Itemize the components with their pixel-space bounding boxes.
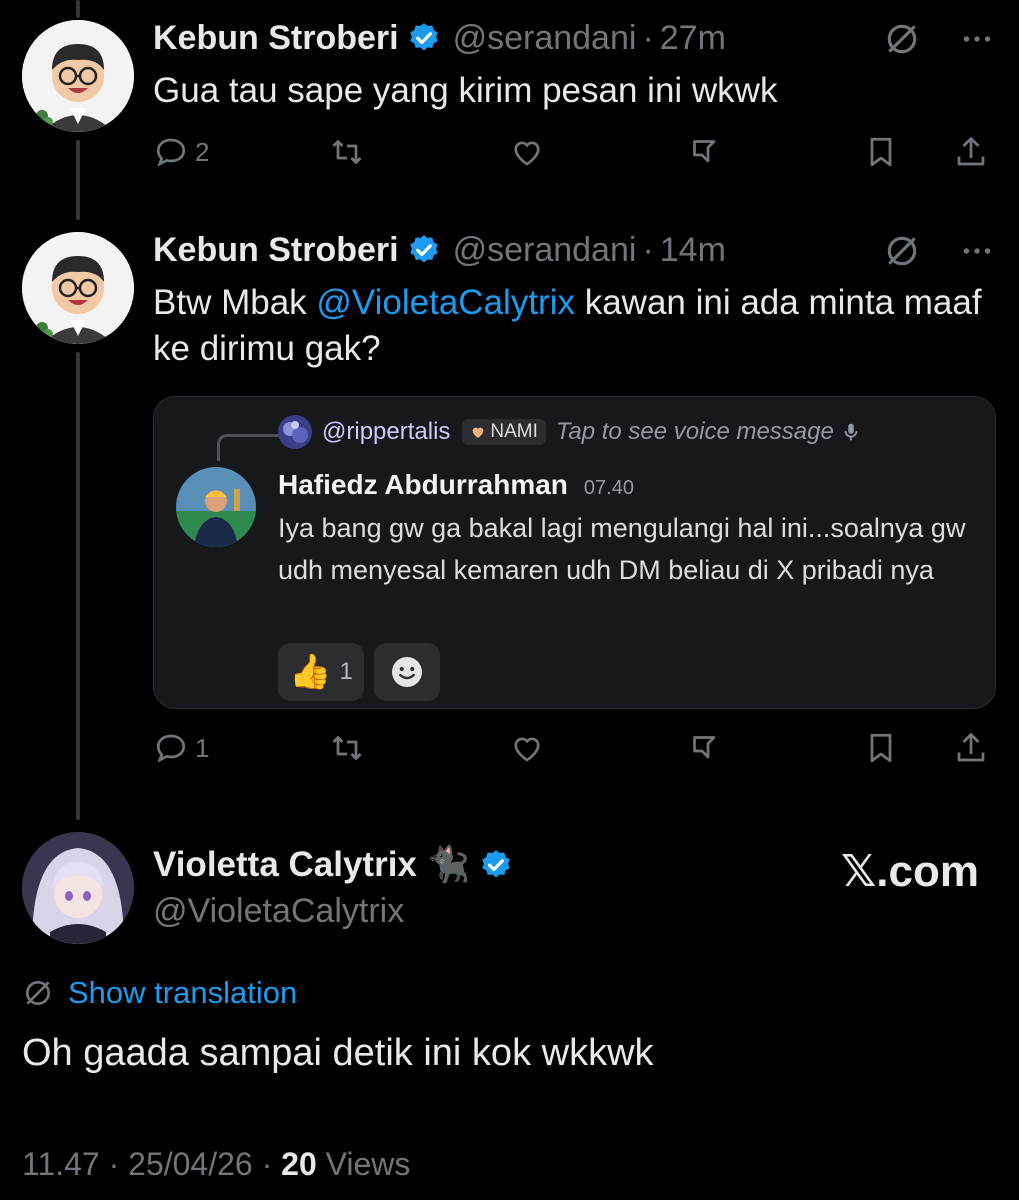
- bookmark-button[interactable]: [863, 730, 899, 766]
- more-icon[interactable]: [959, 21, 995, 57]
- more-icon[interactable]: [959, 233, 995, 269]
- avatar[interactable]: [22, 20, 134, 132]
- share-icon: [957, 137, 985, 166]
- reply-preview: Tap to see voice message: [555, 418, 834, 445]
- tweet-text-start: Btw Mbak: [153, 283, 317, 322]
- show-translation-label: Show translation: [68, 975, 298, 1010]
- tweet-header: Kebun Stroberi @serandani · 27m: [153, 18, 726, 58]
- thread-line-2: [76, 352, 80, 820]
- author-name[interactable]: Violetta Calytrix: [153, 845, 417, 885]
- message-author: Hafiedz Abdurrahman 07.40: [278, 469, 634, 501]
- reaction-count: 1: [339, 658, 353, 685]
- bookmark-button[interactable]: [863, 134, 899, 170]
- embedded-image[interactable]: @rippertalis NAMI Tap to see voice messa…: [153, 396, 996, 709]
- reply-button[interactable]: 2: [153, 134, 209, 170]
- translate-icon: [26, 981, 50, 1005]
- share-button[interactable]: [953, 134, 989, 170]
- separator-dot: ·: [108, 1146, 129, 1182]
- tweet-header: Kebun Stroberi @serandani · 14m: [153, 230, 726, 270]
- author-handle[interactable]: @VioletaCalytrix: [153, 892, 404, 931]
- reply-count: 2: [195, 136, 210, 167]
- message-time: 07.40: [583, 477, 634, 499]
- reply-connector: [217, 434, 282, 461]
- message-author-name: Hafiedz Abdurrahman: [278, 469, 568, 500]
- tweet-text: Btw Mbak @VioletaCalytrix kawan ini ada …: [153, 280, 993, 372]
- brand-watermark: 𝕏.com: [840, 847, 979, 896]
- mention-link[interactable]: @VioletaCalytrix: [316, 283, 575, 322]
- reply-avatar: [278, 415, 312, 449]
- retweet-button[interactable]: [329, 134, 365, 170]
- mic-icon: [844, 423, 858, 441]
- like-button[interactable]: [509, 730, 545, 766]
- retweet-button[interactable]: [329, 730, 365, 766]
- author-name[interactable]: Kebun Stroberi: [153, 18, 399, 58]
- reply-icon: [156, 734, 186, 763]
- tweet-time[interactable]: 27m: [660, 18, 726, 58]
- like-icon: [514, 141, 540, 166]
- grok-icon: [693, 736, 716, 759]
- name-emoji: 🐈‍⬛: [426, 845, 471, 884]
- tweet-actions: 2: [153, 134, 993, 174]
- guild-tag-label: NAMI: [490, 421, 538, 442]
- retweet-icon: [332, 140, 362, 164]
- avatar[interactable]: [22, 232, 134, 344]
- replied-message: @rippertalis NAMI Tap to see voice messa…: [278, 415, 862, 449]
- author-name-row: Violetta Calytrix 🐈‍⬛: [153, 844, 513, 885]
- author-handle[interactable]: @serandani: [453, 230, 637, 270]
- grok-icon: [693, 140, 716, 163]
- separator-dot: ·: [261, 1146, 282, 1182]
- smiley-add-icon: [392, 657, 422, 687]
- tweet-time[interactable]: 11.47: [22, 1146, 100, 1182]
- tweet-text: Gua tau sape yang kirim pesan ini wkwk: [153, 71, 778, 110]
- reply-button[interactable]: 1: [153, 730, 209, 766]
- heart-tag-icon: [473, 427, 484, 438]
- thread-line-top: [76, 0, 80, 18]
- author-handle[interactable]: @serandani: [453, 18, 637, 58]
- show-translation-button[interactable]: Show translation: [22, 975, 297, 1011]
- tweet-time[interactable]: 14m: [660, 230, 726, 270]
- reaction-thumbs-up: 👍 1: [278, 643, 364, 701]
- verified-badge-icon: [481, 849, 510, 877]
- tweet-meta: 11.47 · 25/04/26 · 20 Views: [22, 1146, 410, 1183]
- like-icon: [514, 737, 540, 762]
- verified-badge-icon: [409, 23, 438, 51]
- translate-icon[interactable]: [883, 20, 921, 58]
- avatar[interactable]: [22, 832, 134, 944]
- tweet-actions: 1: [153, 730, 993, 770]
- separator-dot: ·: [642, 19, 654, 57]
- views-label: Views: [325, 1146, 411, 1182]
- grok-button[interactable]: [687, 134, 723, 170]
- tweet-header-actions: [883, 20, 995, 58]
- views-count[interactable]: 20: [281, 1146, 317, 1182]
- separator-dot: ·: [642, 231, 654, 269]
- tweet-header-actions: [883, 232, 995, 270]
- message-avatar: [176, 467, 256, 547]
- tweet-text: Oh gaada sampai detik ini kok wkkwk: [22, 1032, 654, 1074]
- bookmark-icon: [870, 137, 892, 167]
- message-text: Iya bang gw ga bakal lagi mengulangi hal…: [278, 513, 966, 585]
- verified-badge-icon: [409, 235, 438, 263]
- like-button[interactable]: [509, 134, 545, 170]
- share-button[interactable]: [953, 730, 989, 766]
- grok-button[interactable]: [687, 730, 723, 766]
- thread-line-1: [76, 140, 80, 220]
- reply-icon: [156, 138, 186, 167]
- bookmark-icon: [870, 733, 892, 763]
- translate-icon[interactable]: [883, 232, 921, 270]
- reply-username: @rippertalis: [322, 418, 451, 445]
- tweet-date[interactable]: 25/04/26: [128, 1146, 253, 1182]
- share-icon: [957, 733, 985, 762]
- author-name[interactable]: Kebun Stroberi: [153, 230, 399, 270]
- reaction-emoji: 👍: [289, 653, 332, 691]
- retweet-icon: [332, 736, 362, 760]
- add-reaction: [374, 643, 440, 701]
- reply-count: 1: [195, 732, 210, 763]
- guild-tag: NAMI: [462, 419, 546, 445]
